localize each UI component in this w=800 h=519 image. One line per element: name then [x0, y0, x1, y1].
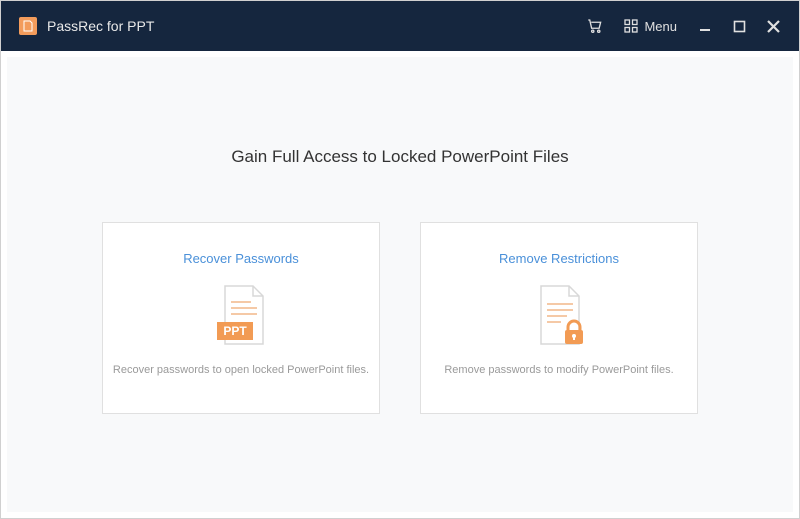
- main-content: Gain Full Access to Locked PowerPoint Fi…: [7, 57, 793, 512]
- maximize-button[interactable]: [733, 20, 746, 33]
- recover-passwords-card[interactable]: Recover Passwords PPT Recover passwords …: [102, 222, 380, 414]
- menu-grid-icon: [624, 19, 638, 33]
- recover-card-title: Recover Passwords: [183, 251, 299, 266]
- remove-card-title: Remove Restrictions: [499, 251, 619, 266]
- titlebar-right: Menu: [586, 17, 781, 35]
- titlebar-left: PassRec for PPT: [19, 17, 154, 35]
- page-heading: Gain Full Access to Locked PowerPoint Fi…: [231, 147, 568, 167]
- cards-container: Recover Passwords PPT Recover passwords …: [102, 222, 698, 414]
- app-window: PassRec for PPT Menu: [0, 0, 800, 519]
- locked-file-icon: [529, 282, 589, 350]
- menu-button[interactable]: Menu: [624, 19, 677, 34]
- menu-label: Menu: [644, 19, 677, 34]
- minimize-button[interactable]: [697, 19, 713, 33]
- remove-card-desc: Remove passwords to modify PowerPoint fi…: [444, 364, 673, 376]
- recover-card-desc: Recover passwords to open locked PowerPo…: [113, 364, 369, 376]
- cart-icon[interactable]: [586, 17, 604, 35]
- ppt-file-icon: PPT: [211, 282, 271, 350]
- titlebar: PassRec for PPT Menu: [1, 1, 799, 51]
- app-title: PassRec for PPT: [47, 18, 154, 34]
- close-button[interactable]: [766, 19, 781, 34]
- app-logo-icon: [19, 17, 37, 35]
- svg-text:PPT: PPT: [223, 324, 247, 338]
- remove-restrictions-card[interactable]: Remove Restrictions: [420, 222, 698, 414]
